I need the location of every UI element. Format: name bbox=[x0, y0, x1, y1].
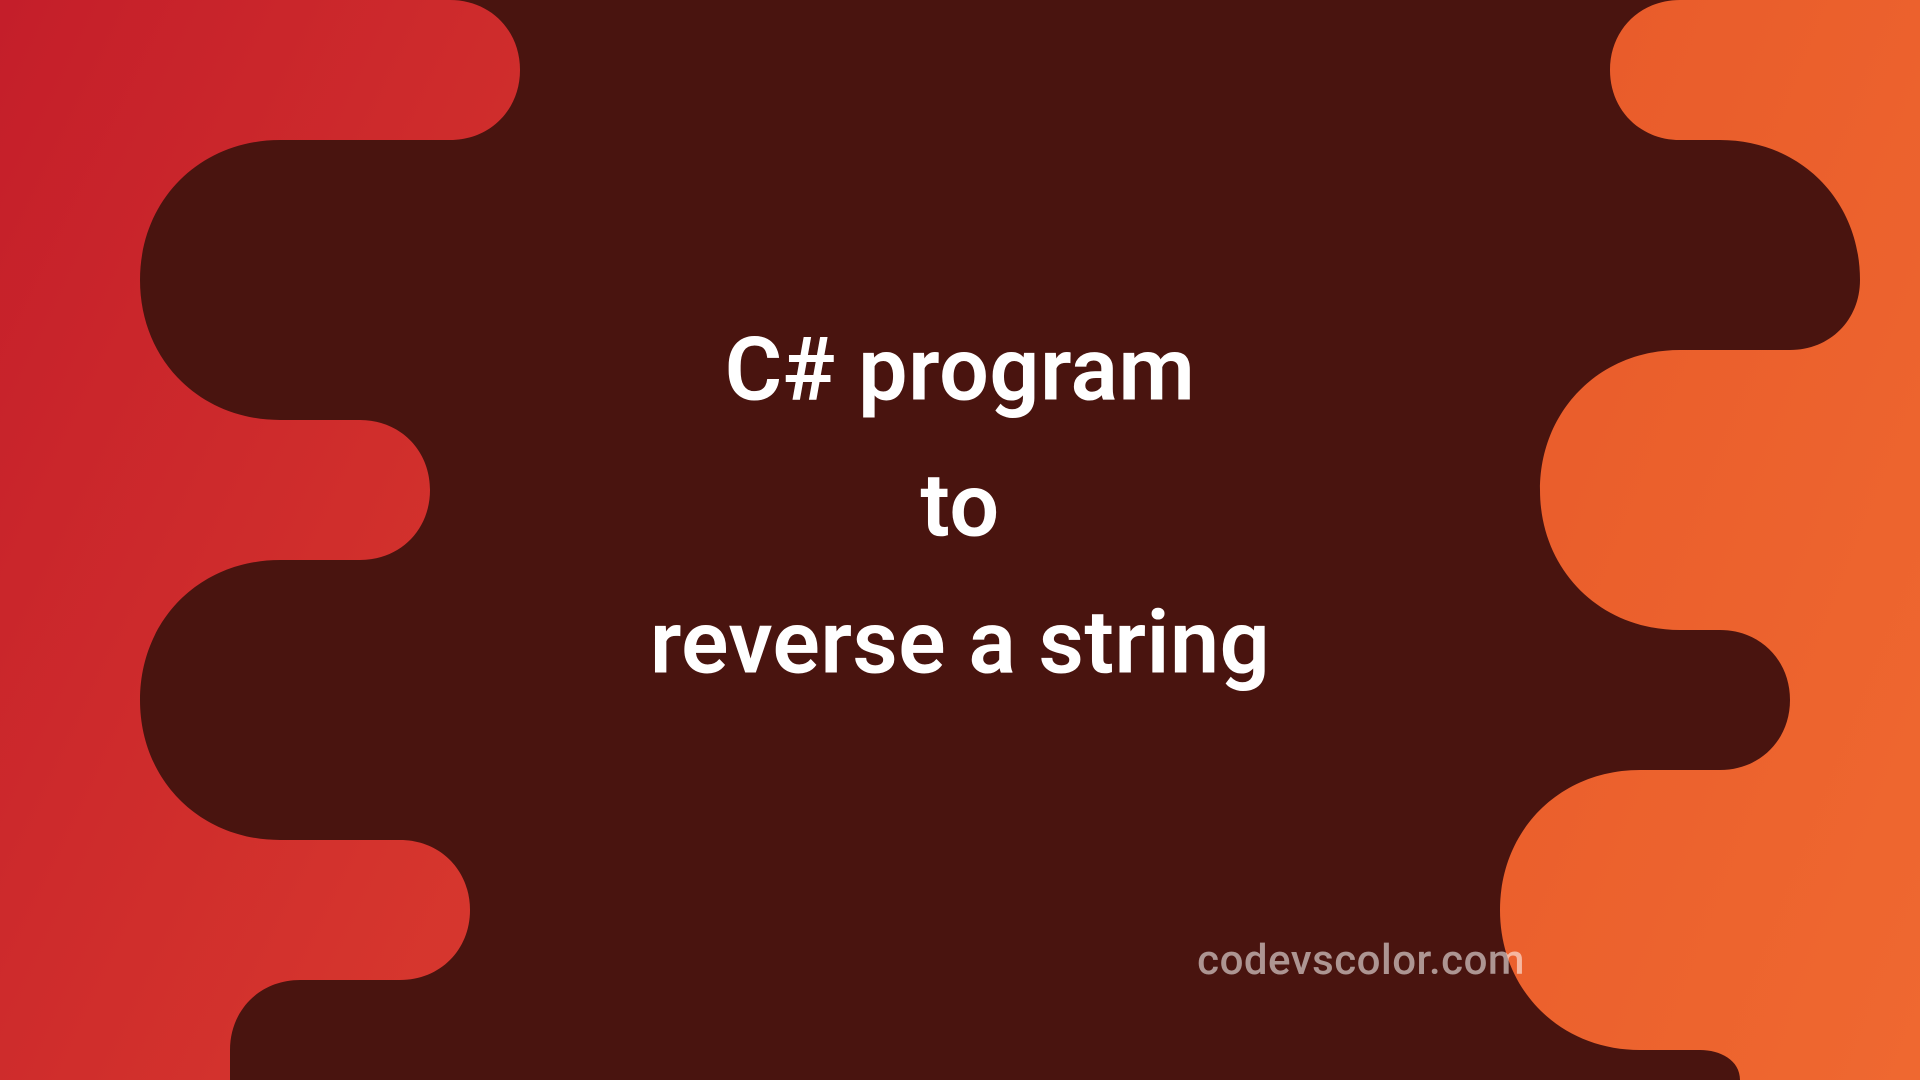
title-line-2: to bbox=[650, 439, 1270, 575]
title-line-1: C# program bbox=[650, 303, 1270, 439]
title-block: C# program to reverse a string bbox=[650, 303, 1270, 712]
right-blob-shape bbox=[1500, 0, 1920, 1080]
banner-canvas: C# program to reverse a string codevscol… bbox=[0, 0, 1920, 1080]
title-line-3: reverse a string bbox=[650, 575, 1270, 711]
site-watermark: codevscolor.com bbox=[1197, 936, 1525, 985]
left-blob-shape bbox=[0, 0, 520, 1080]
